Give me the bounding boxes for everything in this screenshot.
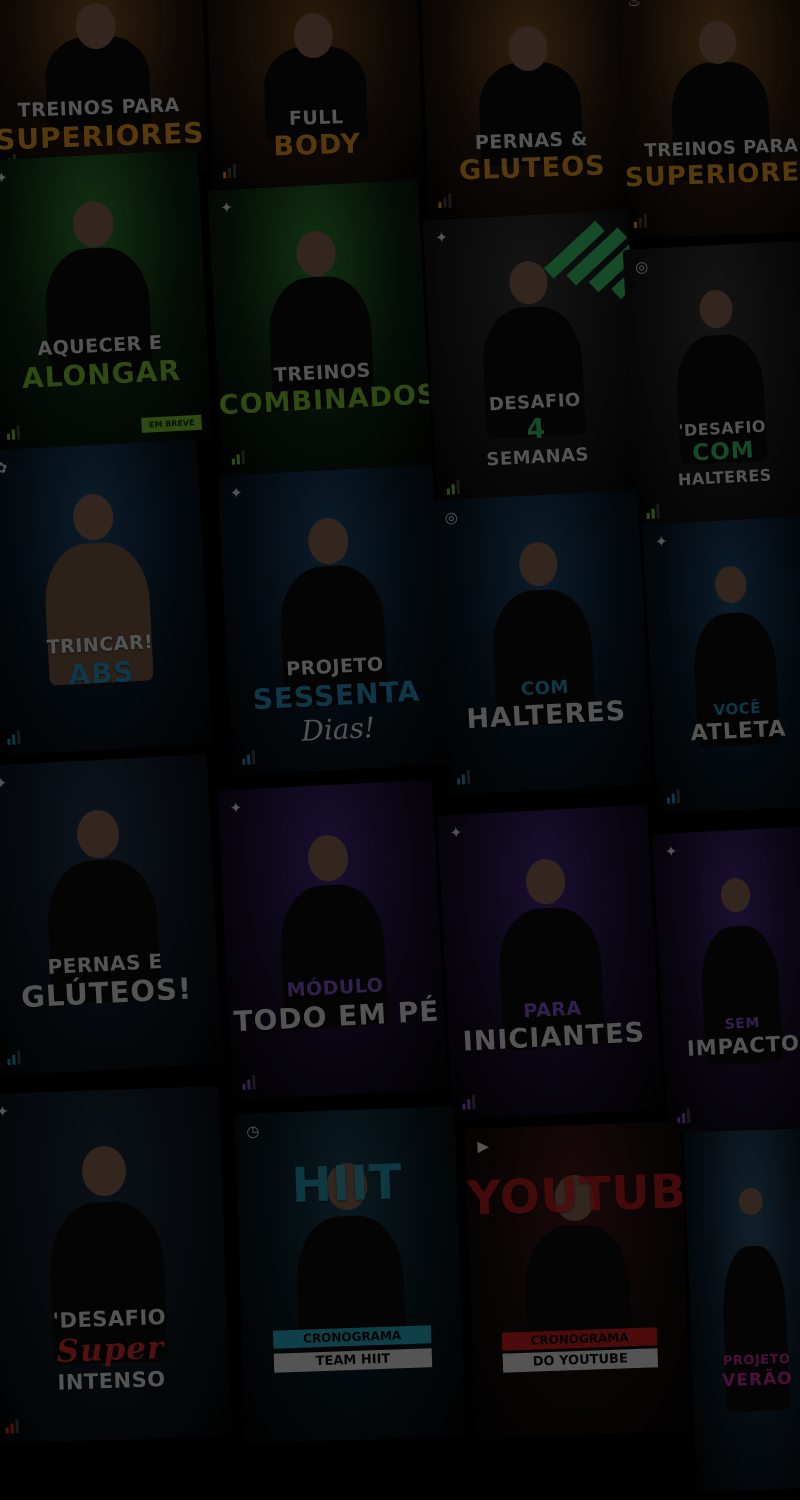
coach-head bbox=[295, 229, 337, 277]
difficulty-bars-icon bbox=[457, 769, 471, 785]
coming-soon-badge: EM BREVE bbox=[141, 414, 202, 433]
difficulty-bars-icon bbox=[438, 193, 452, 209]
stretch-icon: ✦ bbox=[0, 1102, 10, 1121]
difficulty-bars-icon bbox=[7, 1050, 21, 1066]
coach-head bbox=[698, 289, 734, 330]
gym-icon: ♨ bbox=[627, 0, 642, 11]
coach-head bbox=[719, 877, 752, 914]
coach-head bbox=[698, 20, 738, 65]
stretch-icon: ✦ bbox=[434, 228, 449, 247]
card-title-big: YOUTUBE bbox=[466, 1163, 691, 1228]
program-card-sem-impacto[interactable]: SEM IMPACTO ✦ bbox=[652, 826, 800, 1134]
stretch-icon: ✦ bbox=[664, 842, 678, 861]
stretch-icon: ✦ bbox=[0, 773, 8, 793]
card-title-big: HIIT bbox=[290, 1154, 404, 1215]
difficulty-bars-icon bbox=[666, 789, 681, 804]
difficulty-bars-icon bbox=[646, 504, 660, 520]
program-card-voce-atleta[interactable]: VOCÊ ATLETA ✦ bbox=[642, 515, 800, 815]
stretch-icon: ✦ bbox=[654, 532, 669, 551]
program-card-desafio-4-semanas[interactable]: DESAFIO 4 SEMANAS ✦ bbox=[422, 209, 643, 506]
difficulty-bars-icon bbox=[633, 213, 648, 229]
program-card-cronograma-team-hiit[interactable]: HIIT CRONOGRAMA TEAM HIIT ◷ bbox=[234, 1106, 466, 1444]
coach-head bbox=[307, 517, 350, 566]
coach-head bbox=[738, 1187, 764, 1216]
timer-icon: ◎ bbox=[634, 257, 649, 277]
program-card-aquecer-alongar[interactable]: AQUECER E ALONGAR ✦ EM BREVE bbox=[0, 149, 213, 451]
difficulty-bars-icon bbox=[7, 730, 21, 745]
program-card-pernas-gluteos-1[interactable]: PERNAS & GLUTEOS bbox=[421, 0, 639, 219]
difficulty-bars-icon bbox=[5, 1419, 19, 1434]
program-card-projeto-sessenta-dias[interactable]: PROJETO SESSENTA Dias! ✦ bbox=[217, 464, 448, 776]
card-title-line2: SUPERIORES bbox=[624, 156, 800, 194]
program-card-modulo-todo-em-pe[interactable]: MÓDULO TODO EM PÉ ✦ bbox=[217, 779, 448, 1101]
program-card-com-halteres[interactable]: COM HALTERES ◎ bbox=[432, 489, 653, 796]
coach-head bbox=[307, 833, 350, 882]
difficulty-bars-icon bbox=[242, 750, 256, 765]
program-card-full-body[interactable]: FULL BODY bbox=[206, 0, 424, 189]
program-wall: TREINOS PARA SUPERIORES FULL BODY PERNAS & GL… bbox=[0, 0, 800, 1500]
stretch-icon: ✦ bbox=[0, 168, 9, 188]
program-card-para-iniciantes[interactable]: PARA INICIANTES ✦ bbox=[437, 804, 663, 1121]
program-card-desafio-com-halteres[interactable]: 'DESAFIO COM HALTERES ◎ bbox=[622, 240, 800, 530]
difficulty-bars-icon bbox=[242, 1075, 256, 1090]
difficulty-bars-icon bbox=[446, 479, 461, 495]
program-card-trincar-abs[interactable]: TRINCAR! ABS ✿ bbox=[0, 439, 213, 756]
timer-icon: ◎ bbox=[444, 508, 459, 527]
program-card-projeto-verao[interactable]: PROJETO VERÃO bbox=[683, 1127, 800, 1493]
difficulty-bars-icon bbox=[462, 1095, 476, 1110]
coach-head bbox=[76, 808, 121, 859]
program-card-treinos-combinados[interactable]: TREINOS COMBINADOS ✦ bbox=[207, 179, 433, 476]
stretch-icon: ✦ bbox=[229, 483, 243, 503]
program-card-pernas-gluteos-2[interactable]: PERNAS E GLÚTEOS! ✦ bbox=[0, 754, 223, 1076]
coach-head bbox=[525, 857, 567, 905]
coach-head bbox=[72, 492, 115, 541]
coach-head bbox=[518, 541, 559, 588]
difficulty-bars-icon bbox=[6, 425, 21, 440]
stretch-icon: ✦ bbox=[229, 798, 243, 818]
coach-head bbox=[81, 1145, 127, 1198]
card-title-line2: VERÃO bbox=[721, 1368, 794, 1392]
difficulty-bars-icon bbox=[223, 163, 237, 179]
program-card-treinos-superiores-2[interactable]: TREINOS PARA SUPERIORES ♨ bbox=[615, 0, 800, 239]
stretch-icon: ✦ bbox=[449, 823, 463, 843]
program-card-cronograma-youtube[interactable]: YOUTUBE CRONOGRAMA DO YOUTUBE ▶ bbox=[464, 1121, 691, 1439]
abs-icon: ✿ bbox=[0, 458, 8, 478]
difficulty-bars-icon bbox=[231, 450, 246, 465]
coach-head bbox=[72, 200, 115, 249]
coach-head bbox=[508, 259, 549, 306]
clock-icon: ◷ bbox=[246, 1122, 260, 1141]
program-card-desafio-super-intenso[interactable]: 'DESAFIO Super INTENSO ✦ bbox=[0, 1086, 232, 1444]
coach-head bbox=[714, 565, 748, 604]
youtube-icon: ▶ bbox=[477, 1137, 490, 1156]
stretch-icon: ✦ bbox=[219, 198, 234, 218]
